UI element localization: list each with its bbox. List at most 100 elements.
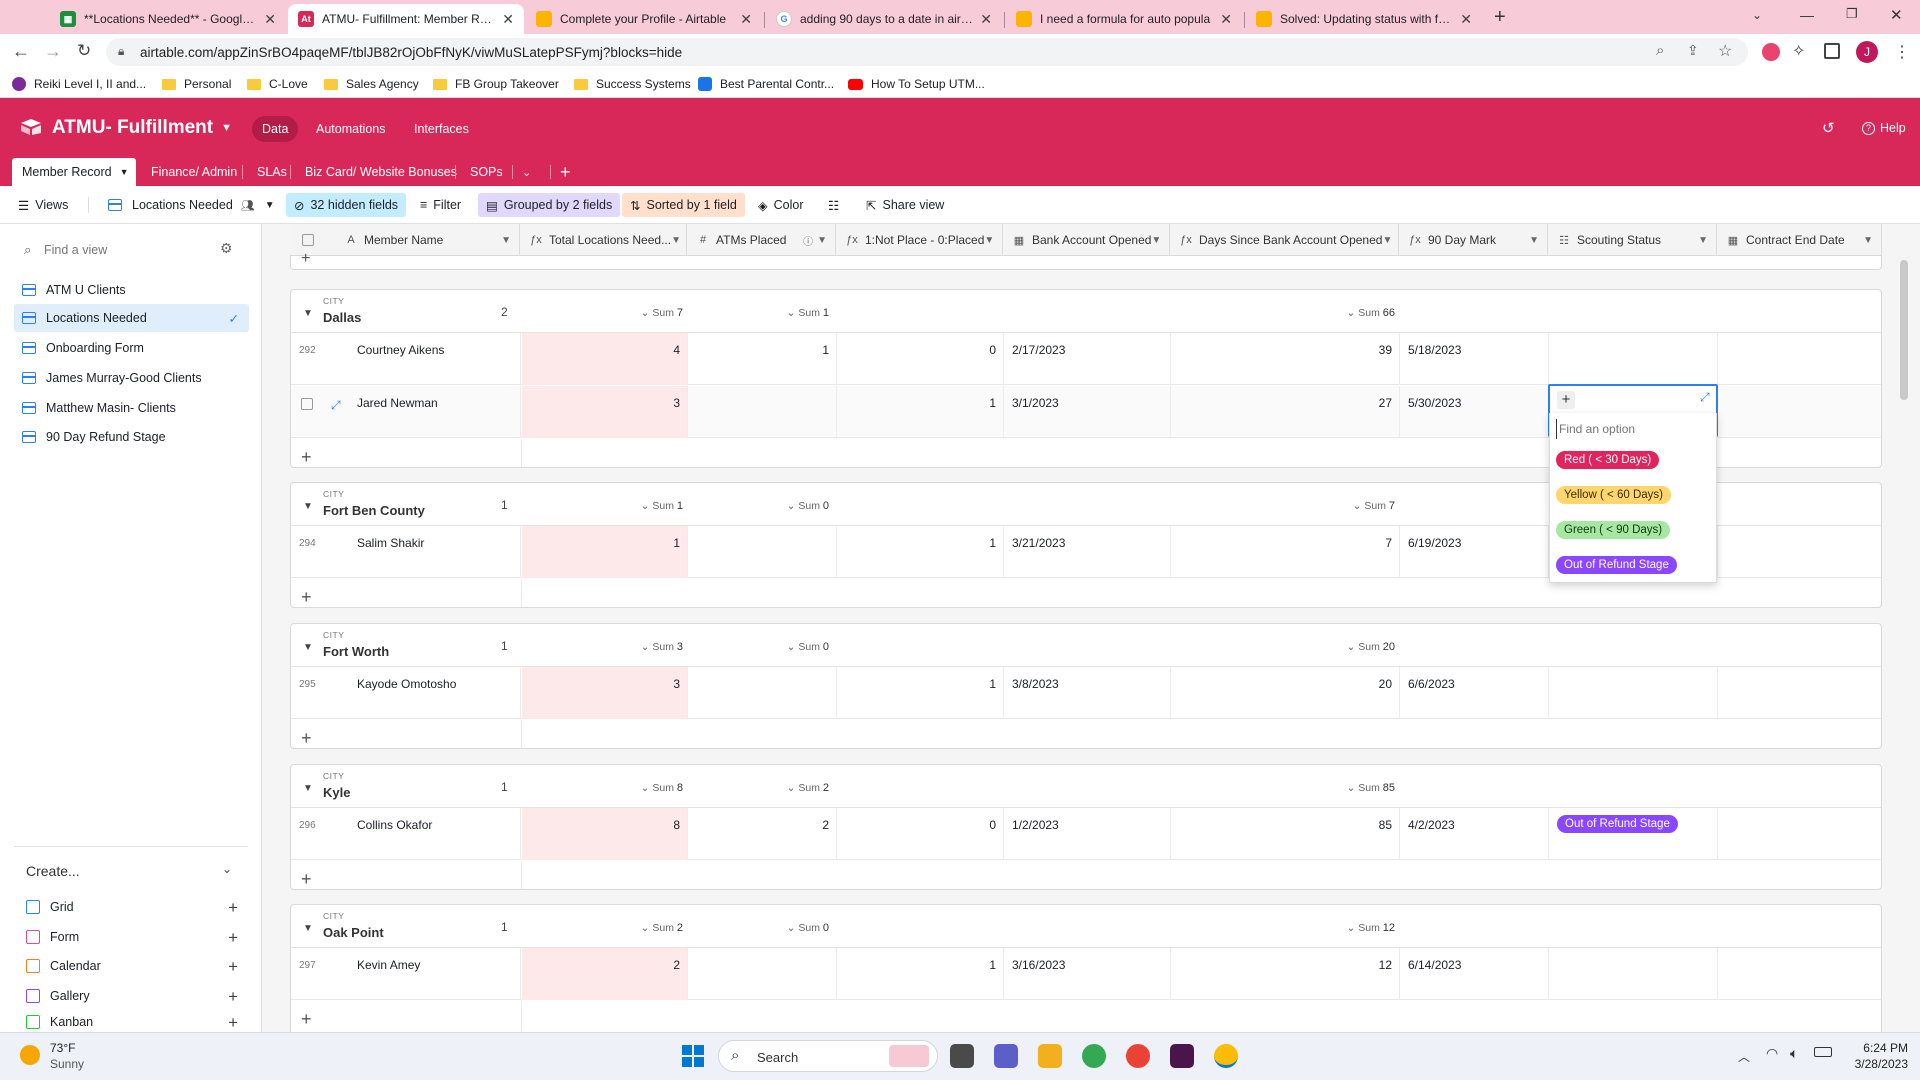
browser-tab[interactable]: Complete your Profile - Airtable ✕ [526,4,762,34]
cell-bank-opened[interactable]: 3/1/2023 [1005,386,1171,438]
cell-contract-end[interactable] [1719,333,1881,385]
lock-icon[interactable]: 🔒︎ [118,44,124,59]
cell-total[interactable]: 3 [522,667,688,719]
cell-90-day-mark[interactable]: 6/19/2023 [1401,526,1549,578]
sum-placed[interactable]: ⌄ Sum 0 [781,641,829,653]
group-header[interactable]: ▼ CITY Oak Point 1 ⌄ Sum 2 ⌄ Sum 0 ⌄ Sum… [291,905,1881,948]
nav-data[interactable]: Data [252,116,299,142]
column-scouting-status[interactable]: ☷ Scouting Status ▼ [1549,224,1717,256]
select-all-checkbox[interactable] [302,234,314,246]
sum-days[interactable]: ⌄ Sum 7 [1335,500,1395,512]
collapse-chevron-icon[interactable]: ▼ [303,923,313,934]
cell-contract-end[interactable] [1719,808,1881,860]
cell-total[interactable]: 8 [522,808,688,860]
tab-finance-admin[interactable]: Finance/ Admin [151,158,237,186]
bookmark[interactable]: FB Group Takeover [433,76,559,92]
cell-days-since[interactable]: 27 [1172,386,1400,438]
wifi-icon[interactable]: ◠ [1766,1045,1778,1062]
task-view-icon[interactable] [950,1044,974,1068]
cell-placed[interactable]: 1 [689,333,837,385]
battery-icon[interactable] [1814,1047,1832,1057]
create-kanban-item[interactable]: Kanban + [26,1014,238,1030]
sun-weather-icon[interactable] [20,1045,40,1065]
add-row-plus-icon[interactable]: + [301,250,310,268]
column-total-locations[interactable]: ƒx Total Locations Need... ▼ [521,224,687,256]
close-icon[interactable]: ✕ [980,11,992,28]
bookmark[interactable]: C-Love [247,76,308,92]
tab-search-chevron-icon[interactable]: ⌄ [1752,8,1762,22]
share-icon[interactable]: ⇪ [1687,42,1699,59]
sum-total[interactable]: ⌄ Sum 1 [635,500,683,512]
more-tables-chevron-icon[interactable]: ⌄ [522,158,531,186]
column-member-name[interactable]: A Member Name ▼ [290,224,520,256]
tab-biz-card[interactable]: Biz Card/ Website Bonuses [305,158,457,186]
cell-days-since[interactable]: 7 [1172,526,1400,578]
tab-slas[interactable]: SLAs [257,158,287,186]
group-header[interactable]: ▼ CITY Fort Worth 1 ⌄ Sum 3 ⌄ Sum 0 ⌄ Su… [291,624,1881,667]
group-header[interactable]: ▼ CITY Dallas 2 ⌄ Sum 7 ⌄ Sum 1 ⌄ Sum 66 [291,290,1881,333]
help-button[interactable]: ? Help [1862,121,1906,135]
create-form-item[interactable]: Form + [26,925,238,949]
cell-90-day-mark[interactable]: 4/2/2023 [1401,808,1549,860]
browser-tab[interactable]: Solved: Updating status with form ✕ [1246,4,1482,34]
base-name[interactable]: ATMU- Fulfillment ▼ [52,117,232,139]
table-row[interactable]: 297 Kevin Amey 2 1 3/16/2023 12 6/14/202… [291,948,1881,1000]
cell-90-day-mark[interactable]: 5/18/2023 [1401,333,1549,385]
cell-bank-opened[interactable]: 1/2/2023 [1005,808,1171,860]
sum-days[interactable]: ⌄ Sum 20 [1335,641,1396,653]
nav-interfaces[interactable]: Interfaces [414,122,469,136]
bookmark[interactable]: Sales Agency [324,76,419,92]
cell-scouting-status[interactable] [1550,948,1718,1000]
back-arrow-icon[interactable]: ← [12,41,30,62]
cell-not-placed[interactable]: 0 [838,808,1004,860]
cell-scouting-status[interactable] [1550,333,1718,385]
cell-placed[interactable] [689,386,837,438]
file-explorer-icon[interactable] [1038,1044,1062,1068]
sum-total[interactable]: ⌄ Sum 8 [635,782,683,794]
cell-bank-opened[interactable]: 3/16/2023 [1005,948,1171,1000]
sidebar-view-matthew-masin[interactable]: Matthew Masin- Clients [14,394,249,422]
nav-automations[interactable]: Automations [316,122,385,136]
clock-time[interactable]: 6:24 PM [1848,1041,1908,1055]
close-icon[interactable]: ✕ [264,11,276,28]
create-calendar-item[interactable]: Calendar + [26,954,238,978]
bookmark-star-icon[interactable]: ☆ [1718,41,1732,61]
bookmark[interactable]: Reiki Level I, II and... [12,76,146,92]
cell-total[interactable]: 4 [522,333,688,385]
browser-tab[interactable]: ▦ **Locations Needed** - Google S ✕ [50,4,286,34]
maximize-button[interactable]: ❐ [1846,6,1858,22]
cell-contract-end[interactable] [1719,667,1881,719]
tab-member-record[interactable]: Member Record ▼ [12,158,136,186]
column-not-placed[interactable]: ƒx 1:Not Place - 0:Placed ▼ [837,224,1003,256]
cell-member-name[interactable]: Kayode Omotosho [291,667,521,719]
cell-not-placed[interactable]: 1 [838,526,1004,578]
add-row[interactable]: + [291,579,1881,607]
cell-90-day-mark[interactable]: 5/30/2023 [1401,386,1549,438]
filter-button[interactable]: ≡ Filter [412,193,469,217]
collapse-chevron-icon[interactable]: ▼ [303,783,313,794]
sum-total[interactable]: ⌄ Sum 7 [635,307,683,319]
cell-member-name[interactable]: Salim Shakir [291,526,521,578]
cell-total[interactable]: 2 [522,948,688,1000]
close-icon[interactable]: ✕ [740,11,752,28]
create-grid-item[interactable]: Grid + [26,895,238,919]
extension-icon[interactable] [1762,43,1780,61]
add-row[interactable]: + [291,1001,1881,1032]
cell-scouting-status[interactable]: Out of Refund Stage [1550,808,1718,860]
sidebar-view-locations-needed[interactable]: Locations Needed ✓ [14,304,249,332]
chevron-down-icon[interactable]: ⌄ [222,862,232,876]
cell-bank-opened[interactable]: 3/21/2023 [1005,526,1171,578]
column-contract-end[interactable]: ▦ Contract End Date ▼ [1718,224,1882,256]
close-icon[interactable]: ✕ [502,11,514,28]
close-window-button[interactable]: ✕ [1890,6,1903,24]
cell-not-placed[interactable]: 0 [838,333,1004,385]
sort-button[interactable]: ⇅ Sorted by 1 field [622,193,745,217]
cell-days-since[interactable]: 20 [1172,667,1400,719]
forward-arrow-icon[interactable]: → [44,41,62,62]
profile-avatar[interactable]: J [1856,41,1878,63]
new-tab-button[interactable]: + [1494,6,1506,29]
views-toggle-button[interactable]: ☰ Views [10,193,76,217]
cell-bank-opened[interactable]: 2/17/2023 [1005,333,1171,385]
reload-icon[interactable]: ↻ [77,41,91,61]
cell-member-name[interactable]: Courtney Aikens [291,333,521,385]
